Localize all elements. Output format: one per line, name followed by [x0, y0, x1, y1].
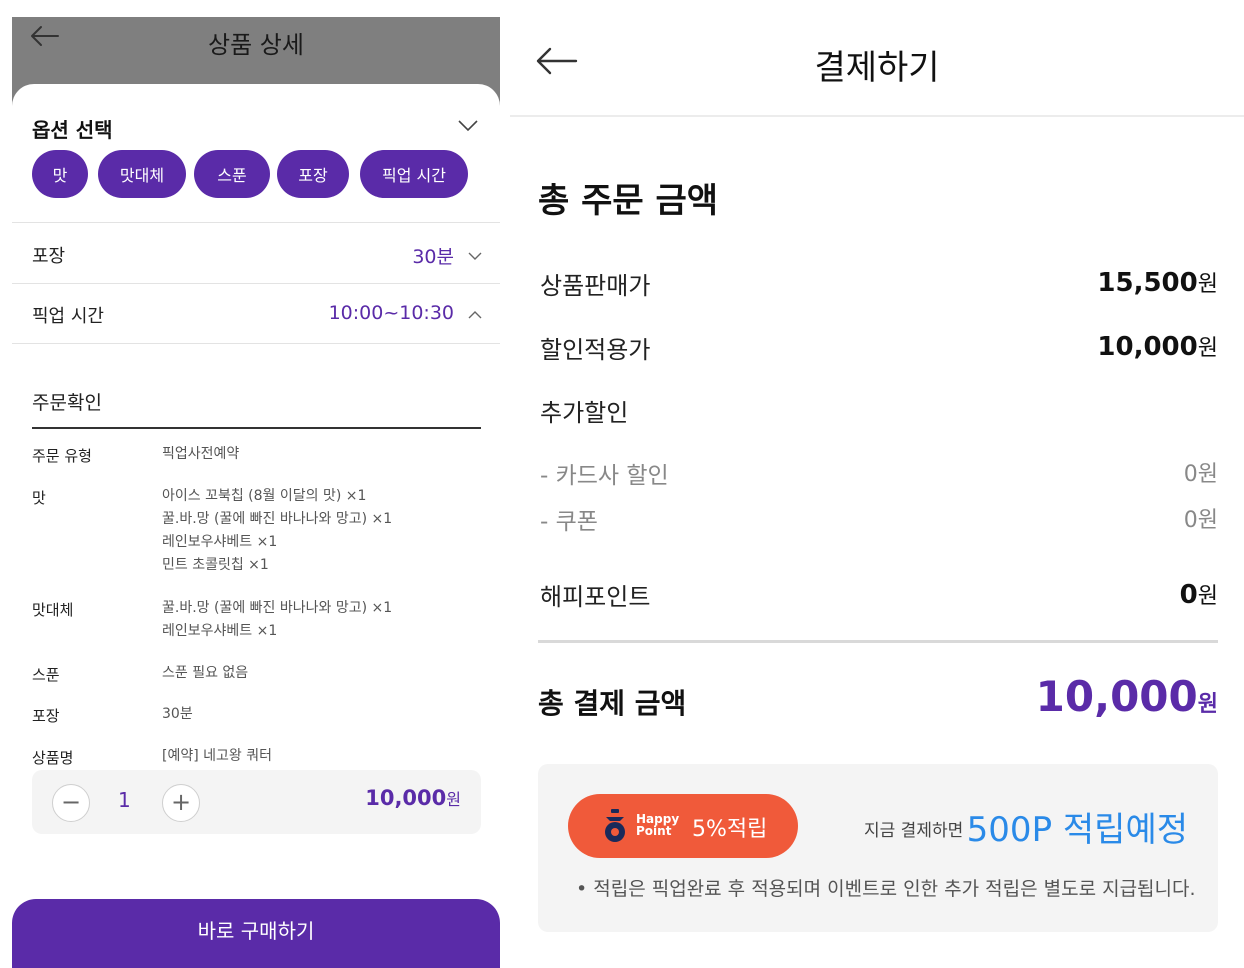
- packaging-row-value[interactable]: 30분: [412, 242, 454, 269]
- order-confirm-title: 주문확인: [32, 392, 102, 414]
- pickup-time-row-value[interactable]: 10:00~10:30: [329, 302, 454, 324]
- point-reward-card: Happy Point 5%적립 지금 결제하면 500P 적립예정 • 적립은…: [538, 764, 1218, 932]
- discount-price-label: 할인적용가: [540, 336, 651, 364]
- detail-label: 스푼: [32, 666, 60, 684]
- plus-button[interactable]: +: [162, 784, 200, 822]
- point-prefix-text: 지금 결제하면: [864, 821, 964, 841]
- detail-value: 30분: [162, 703, 193, 726]
- summary-divider: [538, 640, 1218, 643]
- unit: 원: [1197, 272, 1218, 297]
- detail-value: 꿀.바.망 (꿀에 빠진 바나나와 망고) ×1 레인보우샤베트 ×1: [162, 597, 392, 643]
- minus-button[interactable]: −: [52, 784, 90, 822]
- sale-price-label: 상품판매가: [540, 272, 651, 300]
- unit: 원: [1197, 336, 1218, 361]
- amount: 10,000: [1035, 672, 1198, 721]
- detail-value: 스푼 필요 없음: [162, 662, 248, 685]
- detail-label: 상품명: [32, 749, 74, 767]
- detail-label: 맛대체: [32, 601, 74, 619]
- happy-point-value: 0원: [1180, 578, 1218, 610]
- unit: 원: [1197, 692, 1218, 717]
- chevron-down-icon[interactable]: [458, 120, 478, 132]
- quantity-price: 10,000원: [365, 786, 461, 810]
- page-title: 결제하기: [814, 48, 940, 88]
- logo-line: Point: [636, 824, 672, 838]
- option-sheet: 옵션 선택 맛 맛대체 스푼 포장 픽업 시간 포장 30분 픽업 시간 10:…: [12, 84, 500, 968]
- happy-point-label: 해피포인트: [540, 583, 651, 611]
- chip-spoon[interactable]: 스푼: [194, 150, 270, 198]
- card-discount-value: 0원: [1183, 462, 1218, 487]
- coupon-value: 0원: [1183, 508, 1218, 533]
- detail-line: 레인보우샤베트 ×1: [162, 534, 278, 550]
- detail-label: 주문 유형: [32, 447, 92, 465]
- packaging-row-label: 포장: [32, 246, 66, 267]
- confirm-divider: [32, 427, 481, 429]
- extra-discount-label: 추가할인: [540, 399, 629, 427]
- chip-flavor-substitute[interactable]: 맛대체: [98, 150, 186, 198]
- detail-line: 꿀.바.망 (꿀에 빠진 바나나와 망고) ×1: [162, 511, 393, 527]
- detail-label: 맛: [32, 489, 46, 507]
- chip-packaging[interactable]: 포장: [277, 150, 349, 198]
- price-amount: 10,000: [365, 786, 447, 810]
- coupon-label: - 쿠폰: [540, 509, 598, 535]
- divider: [12, 343, 500, 344]
- quantity-stepper: − 1 + 10,000원: [32, 770, 481, 834]
- amount: 0: [1179, 580, 1198, 610]
- detail-value: [예약] 네고왕 쿼터: [162, 745, 272, 768]
- detail-line: 스푼 필요 없음: [162, 665, 249, 681]
- product-detail-screen: 상품 상세 옵션 선택 맛 맛대체 스푼 포장 픽업 시간 포장 30분 픽업 …: [12, 17, 500, 968]
- divider: [12, 283, 500, 284]
- detail-line: 픽업사전예약: [162, 446, 240, 462]
- page-title: 상품 상세: [208, 31, 304, 59]
- detail-line: 레인보우샤베트 ×1: [162, 623, 278, 639]
- detail-line: 꿀.바.망 (꿀에 빠진 바나나와 망고) ×1: [162, 600, 393, 616]
- amount: 15,500: [1097, 268, 1198, 298]
- detail-line: 민트 초콜릿칩 ×1: [162, 557, 269, 573]
- divider: [12, 222, 500, 223]
- detail-label: 포장: [32, 707, 60, 725]
- total-payment-value: 10,000원: [1036, 672, 1218, 721]
- card-discount-label: - 카드사 할인: [540, 463, 669, 489]
- option-title: 옵션 선택: [32, 118, 113, 142]
- total-order-title: 총 주문 금액: [538, 181, 719, 221]
- price-unit: 원: [446, 790, 461, 809]
- detail-line: 아이스 꼬북칩 (8월 이달의 맛) ×1: [162, 488, 367, 504]
- point-note: • 적립은 픽업완료 후 적용되며 이벤트로 인한 추가 적립은 별도로 지급됩…: [576, 878, 1196, 900]
- sale-price-value: 15,500원: [1097, 266, 1218, 298]
- point-rate: 5%적립: [692, 817, 768, 842]
- buy-now-button[interactable]: 바로 구매하기: [12, 899, 500, 968]
- detail-value: 아이스 꼬북칩 (8월 이달의 맛) ×1 꿀.바.망 (꿀에 빠진 바나나와 …: [162, 485, 392, 577]
- point-expected-amount: 500P 적립예정: [966, 810, 1188, 850]
- minus-icon: −: [60, 788, 82, 816]
- amount: 10,000: [1097, 332, 1198, 362]
- happy-point-logo-icon: [605, 809, 625, 842]
- happy-point-logo-text: Happy Point: [636, 813, 679, 837]
- detail-line: [예약] 네고왕 쿼터: [162, 748, 272, 764]
- total-payment-label: 총 결제 금액: [538, 687, 687, 720]
- happy-point-badge: Happy Point 5%적립: [568, 794, 798, 858]
- header-divider: [510, 115, 1244, 117]
- detail-value: 픽업사전예약: [162, 443, 239, 466]
- discount-price-value: 10,000원: [1097, 330, 1218, 362]
- chip-flavor[interactable]: 맛: [32, 150, 88, 198]
- quantity-value: 1: [118, 788, 131, 812]
- chevron-up-icon[interactable]: [468, 310, 482, 319]
- pickup-time-row-label: 픽업 시간: [32, 306, 104, 327]
- chip-pickup-time[interactable]: 픽업 시간: [360, 150, 468, 198]
- detail-line: 30분: [162, 706, 193, 722]
- chevron-down-icon[interactable]: [468, 252, 482, 261]
- plus-icon: +: [170, 788, 192, 816]
- checkout-screen: 결제하기 총 주문 금액 상품판매가 15,500원 할인적용가 10,000원…: [510, 0, 1244, 968]
- unit: 원: [1197, 584, 1218, 609]
